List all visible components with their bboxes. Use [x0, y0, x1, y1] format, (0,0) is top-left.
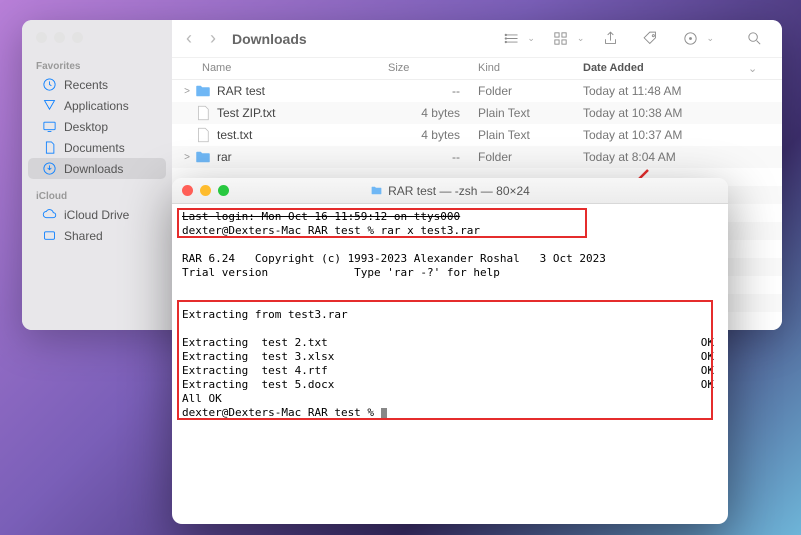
- desktop-icon: [42, 119, 57, 134]
- disclosure-icon[interactable]: >: [180, 152, 194, 163]
- file-kind: Plain Text: [478, 128, 583, 142]
- cursor: [381, 408, 387, 419]
- file-row[interactable]: test.txt 4 bytes Plain Text Today at 10:…: [172, 124, 782, 146]
- file-size: 4 bytes: [388, 106, 478, 120]
- file-row[interactable]: > rar -- Folder Today at 8:04 AM: [172, 146, 782, 168]
- apps-icon: [42, 98, 57, 113]
- rar-version-line: RAR 6.24 Copyright (c) 1993-2023 Alexand…: [182, 252, 606, 265]
- column-headers[interactable]: Name Size Kind Date Added ⌄: [172, 58, 782, 80]
- command-line: dexter@Dexters-Mac RAR test % rar x test…: [182, 224, 480, 237]
- file-name: rar: [217, 150, 388, 164]
- file-row[interactable]: Test ZIP.txt 4 bytes Plain Text Today at…: [172, 102, 782, 124]
- last-login-line: Last login: Mon Oct 16 11:59:12 on ttys0…: [182, 210, 460, 223]
- folder-icon: [194, 148, 212, 166]
- minimize-dot[interactable]: [54, 32, 65, 43]
- sidebar-item-downloads[interactable]: Downloads: [28, 158, 166, 179]
- extract-line: Extracting test 3.xlsx: [182, 350, 334, 363]
- tag-button[interactable]: [636, 28, 664, 50]
- extract-line: Extracting test 2.txt: [182, 336, 328, 349]
- shared-icon: [42, 228, 57, 243]
- col-date[interactable]: Date Added: [583, 62, 748, 75]
- col-size[interactable]: Size: [388, 62, 478, 75]
- chevron-down-icon[interactable]: ⌄: [577, 33, 585, 44]
- forward-button[interactable]: ›: [210, 28, 216, 49]
- col-kind[interactable]: Kind: [478, 62, 583, 75]
- ok-status: OK: [701, 336, 714, 350]
- file-name: Test ZIP.txt: [217, 106, 388, 120]
- extract-line: Extracting test 5.docx: [182, 378, 334, 391]
- folder-icon: [370, 184, 383, 197]
- txt-icon: [194, 104, 212, 122]
- finder-toolbar: ‹ › Downloads ⌄ ⌄ ⌄: [172, 20, 782, 58]
- sidebar-label: iCloud Drive: [64, 208, 129, 222]
- file-kind: Plain Text: [478, 106, 583, 120]
- sidebar-label: Shared: [64, 229, 103, 243]
- file-kind: Folder: [478, 150, 583, 164]
- file-row[interactable]: > RAR test -- Folder Today at 11:48 AM: [172, 80, 782, 102]
- chevron-down-icon[interactable]: ⌄: [706, 33, 714, 44]
- terminal-title: RAR test — -zsh — 80×24: [172, 184, 728, 198]
- download-icon: [42, 161, 57, 176]
- doc-icon: [42, 140, 57, 155]
- col-name[interactable]: Name: [202, 62, 388, 75]
- window-title: Downloads: [232, 31, 307, 47]
- close-dot[interactable]: [36, 32, 47, 43]
- file-date: Today at 8:04 AM: [583, 150, 748, 164]
- extracting-from-line: Extracting from test3.rar: [182, 308, 348, 321]
- sidebar-label: Documents: [64, 141, 125, 155]
- file-date: Today at 10:37 AM: [583, 128, 748, 142]
- file-name: test.txt: [217, 128, 388, 142]
- folder-icon: [194, 82, 212, 100]
- sidebar-item-shared[interactable]: Shared: [28, 225, 166, 246]
- back-button[interactable]: ‹: [186, 28, 192, 49]
- sidebar-label: Recents: [64, 78, 108, 92]
- view-list-button[interactable]: [497, 28, 525, 50]
- sidebar-item-documents[interactable]: Documents: [28, 137, 166, 158]
- file-size: --: [388, 150, 478, 164]
- all-ok-line: All OK: [182, 392, 222, 405]
- file-name: RAR test: [217, 84, 388, 98]
- zoom-dot[interactable]: [72, 32, 83, 43]
- finder-sidebar: Favorites Recents Applications Desktop D…: [22, 20, 172, 330]
- prompt-line: dexter@Dexters-Mac RAR test %: [182, 406, 381, 419]
- ok-status: OK: [701, 378, 714, 392]
- file-date: Today at 10:38 AM: [583, 106, 748, 120]
- group-button[interactable]: [547, 28, 575, 50]
- extract-line: Extracting test 4.rtf: [182, 364, 328, 377]
- sort-chevron-icon[interactable]: ⌄: [748, 62, 764, 75]
- sidebar-section-favorites: Favorites: [22, 57, 172, 74]
- sidebar-item-icloud-drive[interactable]: iCloud Drive: [28, 204, 166, 225]
- sidebar-label: Desktop: [64, 120, 108, 134]
- sidebar-item-desktop[interactable]: Desktop: [28, 116, 166, 137]
- action-button[interactable]: [676, 28, 704, 50]
- window-controls[interactable]: [22, 32, 172, 57]
- sidebar-label: Applications: [64, 99, 129, 113]
- sidebar-item-recents[interactable]: Recents: [28, 74, 166, 95]
- ok-status: OK: [701, 364, 714, 378]
- rar-trial-line: Trial version Type 'rar -?' for help: [182, 266, 500, 279]
- file-kind: Folder: [478, 84, 583, 98]
- terminal-titlebar[interactable]: RAR test — -zsh — 80×24: [172, 178, 728, 204]
- clock-icon: [42, 77, 57, 92]
- share-button[interactable]: [596, 28, 624, 50]
- terminal-window: RAR test — -zsh — 80×24 Last login: Mon …: [172, 178, 728, 524]
- sidebar-item-applications[interactable]: Applications: [28, 95, 166, 116]
- txt-icon: [194, 126, 212, 144]
- chevron-down-icon[interactable]: ⌄: [527, 33, 535, 44]
- file-size: --: [388, 84, 478, 98]
- sidebar-label: Downloads: [64, 162, 123, 176]
- disclosure-icon[interactable]: >: [180, 86, 194, 97]
- file-size: 4 bytes: [388, 128, 478, 142]
- ok-status: OK: [701, 350, 714, 364]
- terminal-output[interactable]: Last login: Mon Oct 16 11:59:12 on ttys0…: [172, 204, 728, 524]
- file-date: Today at 11:48 AM: [583, 84, 748, 98]
- search-button[interactable]: [740, 28, 768, 50]
- cloud-icon: [42, 207, 57, 222]
- sidebar-section-icloud: iCloud: [22, 187, 172, 204]
